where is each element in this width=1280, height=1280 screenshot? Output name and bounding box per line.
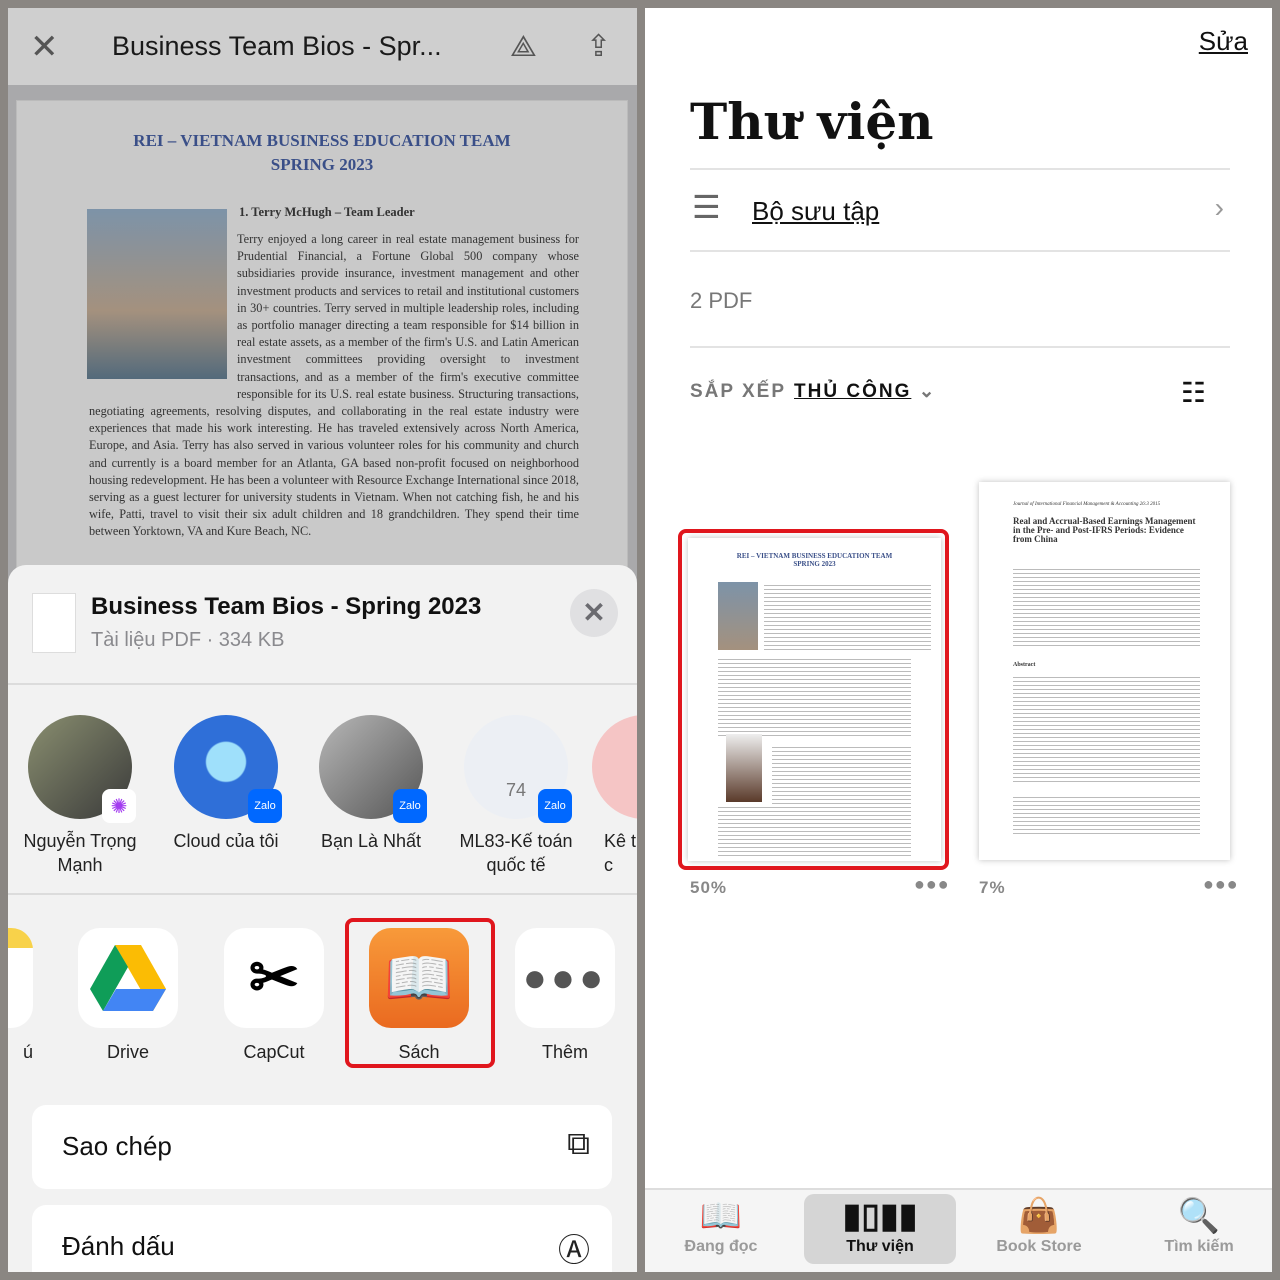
document-title: Business Team Bios - Spr... <box>112 31 442 61</box>
file-thumbnail <box>32 593 76 653</box>
contact-item[interactable]: Zalo Cloud của tôi <box>156 715 296 853</box>
tab-reading-now[interactable]: 📖 Đang đọc <box>645 1194 797 1264</box>
messenger-icon: ✺ <box>102 789 136 823</box>
close-icon[interactable]: ✕ <box>30 27 59 67</box>
viewer-toolbar: ✕ Business Team Bios - Spr... ⟁ ⇪ <box>8 8 637 85</box>
contact-item[interactable]: Kê tin c <box>592 715 637 877</box>
markup-action[interactable]: Đánh dấu Ⓐ <box>32 1205 612 1272</box>
list-view-icon[interactable]: ☷ <box>1181 376 1206 409</box>
capcut-icon: ✂ <box>224 928 324 1028</box>
contact-item[interactable]: ✺ Nguyễn Trọng Mạnh <box>10 715 150 877</box>
tab-library[interactable]: ▮▯▮▮ Thư viện <box>804 1194 956 1264</box>
share-screen: ✕ Business Team Bios - Spr... ⟁ ⇪ REI – … <box>8 8 637 1272</box>
search-icon: 🔍 <box>1177 1197 1221 1235</box>
app-capcut[interactable]: ✂ CapCut <box>224 928 324 1063</box>
more-icon[interactable]: ●●● <box>1203 874 1239 895</box>
file-meta: Tài liệu PDF · 334 KB <box>91 629 285 651</box>
avatar: ✺ <box>28 715 136 823</box>
divider <box>690 168 1230 170</box>
zalo-icon: Zalo <box>538 789 572 823</box>
library-icon: ▮▯▮▮ <box>842 1197 918 1235</box>
zalo-icon: Zalo <box>393 789 427 823</box>
tab-search[interactable]: 🔍 Tìm kiếm <box>1123 1194 1272 1264</box>
divider <box>8 893 637 895</box>
progress-label: 50% <box>690 878 728 897</box>
library-screen: Sửa Thư viện ☰ Bộ sưu tập › 2 PDF SẮP XẾ… <box>645 8 1272 1272</box>
pdf-page: REI – VIETNAM BUSINESS EDUCATION TEAM SPR… <box>16 100 628 580</box>
bio-text: Terry enjoyed a long career in real esta… <box>89 232 579 539</box>
item-count: 2 PDF <box>690 288 753 313</box>
highlight-box <box>678 529 949 870</box>
tab-bar: 📖 Đang đọc ▮▯▮▮ Thư viện 👜 Book Store 🔍 Tìm … <box>645 1188 1272 1272</box>
cloud-avatar: Zalo <box>174 715 282 823</box>
edit-button[interactable]: Sửa <box>1199 26 1248 57</box>
app-notes[interactable]: ú <box>8 928 33 1063</box>
divider <box>8 683 637 685</box>
markup-icon: Ⓐ <box>557 1232 590 1268</box>
share-icon[interactable]: ⇪ <box>586 29 611 64</box>
book-item[interactable]: Journal of International Financial Manag… <box>979 482 1230 860</box>
drive-add-icon[interactable]: ⟁ <box>510 30 537 64</box>
progress-label: 7% <box>979 878 1006 897</box>
copy-action[interactable]: Sao chép ⧉ <box>32 1105 612 1189</box>
file-title: Business Team Bios - Spring 2023 <box>91 593 482 620</box>
more-icon[interactable]: ●●● <box>914 874 950 895</box>
more-icon: ●●● <box>515 928 615 1028</box>
page-title: Thư viện <box>690 92 934 151</box>
chevron-down-icon: ⌄ <box>918 381 937 402</box>
list-icon: ☰ <box>692 189 721 225</box>
contact-item[interactable]: Zalo Bạn Là Nhất <box>301 715 441 853</box>
tab-book-store[interactable]: 👜 Book Store <box>963 1194 1115 1264</box>
app-drive[interactable]: Drive <box>78 928 178 1063</box>
highlight-box <box>345 918 495 1068</box>
group-avatar: 74 Zalo <box>464 715 572 823</box>
app-more[interactable]: ●●● Thêm <box>515 928 615 1063</box>
copy-icon: ⧉ <box>567 1125 590 1161</box>
doc-heading: REI – VIETNAM BUSINESS EDUCATION TEAM SPR… <box>133 131 511 174</box>
drive-icon <box>78 928 178 1028</box>
contact-item[interactable]: 74 Zalo ML83-Kế toán quốc tế <box>446 715 586 877</box>
share-sheet: Business Team Bios - Spring 2023 Tài liệ… <box>8 565 637 1272</box>
book-open-icon: 📖 <box>699 1197 743 1235</box>
avatar: Zalo <box>319 715 427 823</box>
sort-control[interactable]: SẮP XẾP THỦ CÔNG ⌄ <box>690 380 937 403</box>
close-sheet-button[interactable]: ✕ <box>570 589 618 637</box>
chevron-right-icon: › <box>1214 192 1224 223</box>
divider <box>690 250 1230 252</box>
avatar <box>592 715 637 819</box>
shopping-bag-icon: 👜 <box>1017 1197 1061 1235</box>
divider <box>690 346 1230 348</box>
collections-row[interactable]: ☰ Bộ sưu tập › <box>690 188 1230 238</box>
bio-title: 1. Terry McHugh – Team Leader <box>239 205 415 219</box>
zalo-icon: Zalo <box>248 789 282 823</box>
